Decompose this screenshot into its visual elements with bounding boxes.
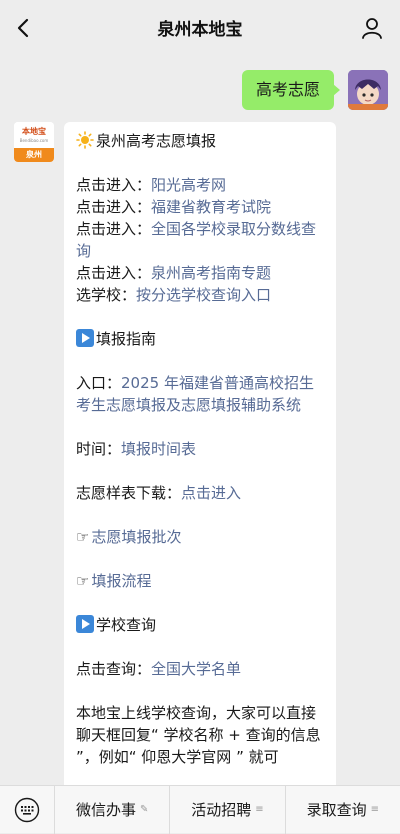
entry-line: 入口：2025 年福建省普通高校招生考生志愿填报及志愿填报辅助系统 bbox=[76, 372, 324, 416]
link-prefix: 选学校： bbox=[76, 286, 136, 304]
link-batches[interactable]: 志愿填报批次 bbox=[91, 528, 181, 546]
menu-lines-icon: ≡ bbox=[371, 804, 379, 815]
pencil-icon: ✎ bbox=[140, 804, 148, 815]
play-icon bbox=[76, 329, 94, 347]
footer-text: 本地宝上线学校查询，大家可以直接聊天框回复“ 学校名称 + 查询的信息 ”，例如… bbox=[76, 702, 324, 768]
download-prefix: 志愿样表下载： bbox=[76, 484, 181, 502]
chat-title: 泉州本地宝 bbox=[0, 15, 400, 40]
bot-avatar[interactable]: 本地宝 Bendibao.com 泉州 bbox=[14, 122, 54, 162]
link-line-3: 点击进入：全国各学校录取分数线查询 bbox=[76, 218, 324, 262]
menu-wechat-services[interactable]: 微信办事 ✎ bbox=[54, 786, 169, 834]
sun-icon bbox=[76, 131, 94, 149]
pointing-hand-icon: ☞ bbox=[76, 526, 89, 548]
link-score-school-query[interactable]: 按分选学校查询入口 bbox=[136, 286, 271, 304]
link-sunshine-gaokao[interactable]: 阳光高考网 bbox=[151, 176, 226, 194]
link-schedule[interactable]: 填报时间表 bbox=[121, 440, 196, 458]
menu-label: 微信办事 bbox=[76, 799, 136, 820]
chat-header: 泉州本地宝 bbox=[0, 0, 400, 56]
message-heading: 泉州高考志愿填报 bbox=[96, 132, 216, 150]
section-school-title-line: 学校查询 bbox=[76, 614, 324, 636]
link-prefix: 点击进入： bbox=[76, 198, 151, 216]
link-process[interactable]: 填报流程 bbox=[91, 572, 151, 590]
menu-jobs-events[interactable]: 活动招聘 ≡ bbox=[169, 786, 284, 834]
process-line: ☞填报流程 bbox=[76, 570, 324, 592]
section-school-title: 学校查询 bbox=[96, 616, 156, 634]
bot-message-bubble: 泉州高考志愿填报 点击进入：阳光高考网 点击进入：福建省教育考试院 点击进入：全… bbox=[64, 122, 336, 822]
menu-label: 活动招聘 bbox=[191, 799, 251, 820]
link-university-list[interactable]: 全国大学名单 bbox=[151, 660, 241, 678]
link-prefix: 点击进入： bbox=[76, 220, 151, 238]
user-message-bubble[interactable]: 高考志愿 bbox=[242, 70, 334, 110]
batch-line: ☞志愿填报批次 bbox=[76, 526, 324, 548]
anime-character-avatar-icon bbox=[348, 70, 388, 110]
user-message-row: 高考志愿 bbox=[0, 70, 388, 110]
user-avatar[interactable] bbox=[348, 70, 388, 110]
link-fujian-exam-institute[interactable]: 福建省教育考试院 bbox=[151, 198, 271, 216]
message-heading-line: 泉州高考志愿填报 bbox=[76, 130, 324, 152]
link-prefix: 点击进入： bbox=[76, 264, 151, 282]
menu-lines-icon: ≡ bbox=[255, 804, 263, 815]
query-prefix: 点击查询： bbox=[76, 660, 151, 678]
link-line-5: 选学校：按分选学校查询入口 bbox=[76, 284, 324, 306]
bendibao-logo: 本地宝 bbox=[14, 122, 54, 148]
bottom-menu-bar: 微信办事 ✎ 活动招聘 ≡ 录取查询 ≡ bbox=[0, 785, 400, 833]
link-line-4: 点击进入：泉州高考指南专题 bbox=[76, 262, 324, 284]
person-icon[interactable] bbox=[358, 14, 386, 42]
section-guide-title: 填报指南 bbox=[96, 330, 156, 348]
link-prefix: 点击进入： bbox=[76, 176, 151, 194]
entry-prefix: 入口： bbox=[76, 374, 121, 392]
section-guide-title-line: 填报指南 bbox=[76, 328, 324, 350]
keyboard-button[interactable] bbox=[0, 786, 54, 834]
link-line-2: 点击进入：福建省教育考试院 bbox=[76, 196, 324, 218]
time-prefix: 时间： bbox=[76, 440, 121, 458]
pointing-hand-icon: ☞ bbox=[76, 570, 89, 592]
link-line-1: 点击进入：阳光高考网 bbox=[76, 174, 324, 196]
keyboard-icon bbox=[14, 797, 40, 823]
bendibao-logo-sub: Bendibao.com bbox=[14, 138, 54, 143]
play-icon bbox=[76, 615, 94, 633]
avatar-city-label: 泉州 bbox=[14, 148, 54, 162]
link-download[interactable]: 点击进入 bbox=[181, 484, 241, 502]
menu-admission-query[interactable]: 录取查询 ≡ bbox=[285, 786, 400, 834]
download-line: 志愿样表下载：点击进入 bbox=[76, 482, 324, 504]
time-line: 时间：填报时间表 bbox=[76, 438, 324, 460]
menu-label: 录取查询 bbox=[307, 799, 367, 820]
query-line: 点击查询：全国大学名单 bbox=[76, 658, 324, 680]
link-quanzhou-guide[interactable]: 泉州高考指南专题 bbox=[151, 264, 271, 282]
